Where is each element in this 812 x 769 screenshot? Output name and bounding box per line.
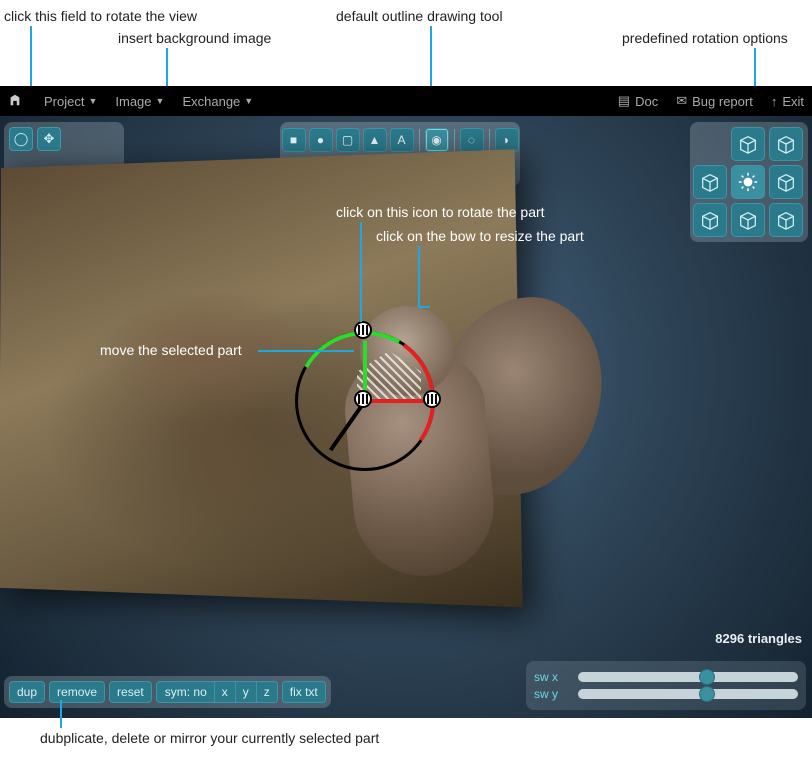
annot-rot-presets: predefined rotation options (622, 30, 788, 46)
app-logo-icon (8, 93, 26, 110)
part-ops-bar: dup remove reset sym: no x y z fix txt (4, 676, 331, 708)
pan-mode-button[interactable]: ✥ (37, 127, 61, 151)
menu-exit[interactable]: ↑Exit (771, 94, 804, 109)
preset-right[interactable] (769, 165, 803, 199)
menu-project[interactable]: Project▼ (44, 94, 97, 109)
chevron-down-icon: ▼ (156, 96, 165, 106)
preset-left[interactable] (693, 165, 727, 199)
tool-outline-dashed[interactable]: ◌ (460, 128, 484, 152)
square-icon: ■ (290, 133, 297, 147)
dup-button[interactable]: dup (9, 681, 45, 703)
tool-rect[interactable]: ■ (282, 128, 306, 152)
half-icon: ◗ (503, 133, 510, 147)
sym-toggle-group: sym: no x y z (156, 681, 278, 703)
toolbar-divider (454, 129, 455, 151)
reset-button[interactable]: reset (109, 681, 152, 703)
tool-half[interactable]: ◗ (495, 128, 519, 152)
slider-swy[interactable] (578, 689, 798, 699)
sym-z[interactable]: z (257, 681, 278, 703)
sym-label: sym: no (156, 681, 215, 703)
doc-icon: ▤ (618, 93, 630, 109)
menu-bug-report[interactable]: ✉Bug report (676, 93, 753, 109)
gizmo-axis-x[interactable] (365, 399, 425, 403)
preset-top-left[interactable] (731, 127, 765, 161)
chevron-down-icon: ▼ (244, 96, 253, 106)
gizmo-move-handle[interactable] (354, 390, 372, 408)
orbit-mode-button[interactable]: ◯ (9, 127, 33, 151)
rotation-presets-panel (690, 122, 808, 242)
menu-doc[interactable]: ▤Doc (618, 93, 658, 109)
preset-bottom-left[interactable] (693, 203, 727, 237)
slider-swy-label: sw y (534, 687, 568, 701)
menu-exchange[interactable]: Exchange▼ (182, 94, 253, 109)
triangle-count: 8296 triangles (715, 631, 802, 646)
move-icon: ✥ (44, 131, 55, 147)
disc-solid-icon: ◉ (431, 133, 441, 147)
triangle-icon: ▲ (369, 133, 381, 147)
disc-dashed-icon: ◌ (468, 133, 475, 147)
annot-line (418, 246, 420, 306)
annot-move-part: move the selected part (100, 342, 242, 358)
toolbar-divider (419, 129, 420, 151)
slider-thumb[interactable] (699, 669, 715, 685)
tool-circle[interactable]: ● (309, 128, 333, 152)
sliders-panel: sw x sw y (526, 661, 806, 710)
roundrect-icon: ▢ (342, 133, 353, 147)
preset-bottom-right[interactable] (769, 203, 803, 237)
sym-y[interactable]: y (236, 681, 257, 703)
preset-center-light[interactable] (731, 165, 765, 199)
annot-line (418, 306, 430, 308)
slider-thumb[interactable] (699, 686, 715, 702)
preset-top-right[interactable] (769, 127, 803, 161)
mail-icon: ✉ (676, 93, 687, 109)
chevron-down-icon: ▼ (88, 96, 97, 106)
sym-x[interactable]: x (215, 681, 236, 703)
gizmo-resize-handle[interactable] (423, 390, 441, 408)
text-icon: A (397, 133, 405, 147)
gizmo-rotate-handle[interactable] (354, 321, 372, 339)
tool-triangle[interactable]: ▲ (363, 128, 387, 152)
annot-outline-tool: default outline drawing tool (336, 8, 503, 24)
app-viewport: Project▼ Image▼ Exchange▼ ▤Doc ✉Bug repo… (0, 86, 812, 718)
annot-bottom-ops: dubplicate, delete or mirror your curren… (40, 730, 379, 746)
annot-resize-part: click on the bow to resize the part (376, 228, 584, 244)
annot-rotate-field: click this field to rotate the view (4, 8, 197, 24)
preset-bottom[interactable] (731, 203, 765, 237)
menu-image[interactable]: Image▼ (115, 94, 164, 109)
annot-line (258, 350, 354, 352)
menu-bar: Project▼ Image▼ Exchange▼ ▤Doc ✉Bug repo… (0, 86, 812, 116)
annot-insert-bg: insert background image (118, 30, 271, 46)
arrow-up-icon: ↑ (771, 94, 778, 109)
slider-swx-label: sw x (534, 670, 568, 684)
circle-icon: ● (317, 133, 324, 147)
slider-swx[interactable] (578, 672, 798, 682)
tool-text[interactable]: A (390, 128, 414, 152)
annot-line (360, 222, 362, 322)
annot-rotate-part: click on this icon to rotate the part (336, 204, 545, 220)
tool-roundrect[interactable]: ▢ (336, 128, 360, 152)
tool-outline-solid[interactable]: ◉ (425, 128, 449, 152)
toolbar-divider (489, 129, 490, 151)
annot-line (60, 700, 62, 728)
fix-txt-button[interactable]: fix txt (282, 681, 326, 703)
transform-gizmo[interactable] (295, 331, 435, 471)
orbit-icon: ◯ (14, 131, 29, 147)
remove-button[interactable]: remove (49, 681, 105, 703)
